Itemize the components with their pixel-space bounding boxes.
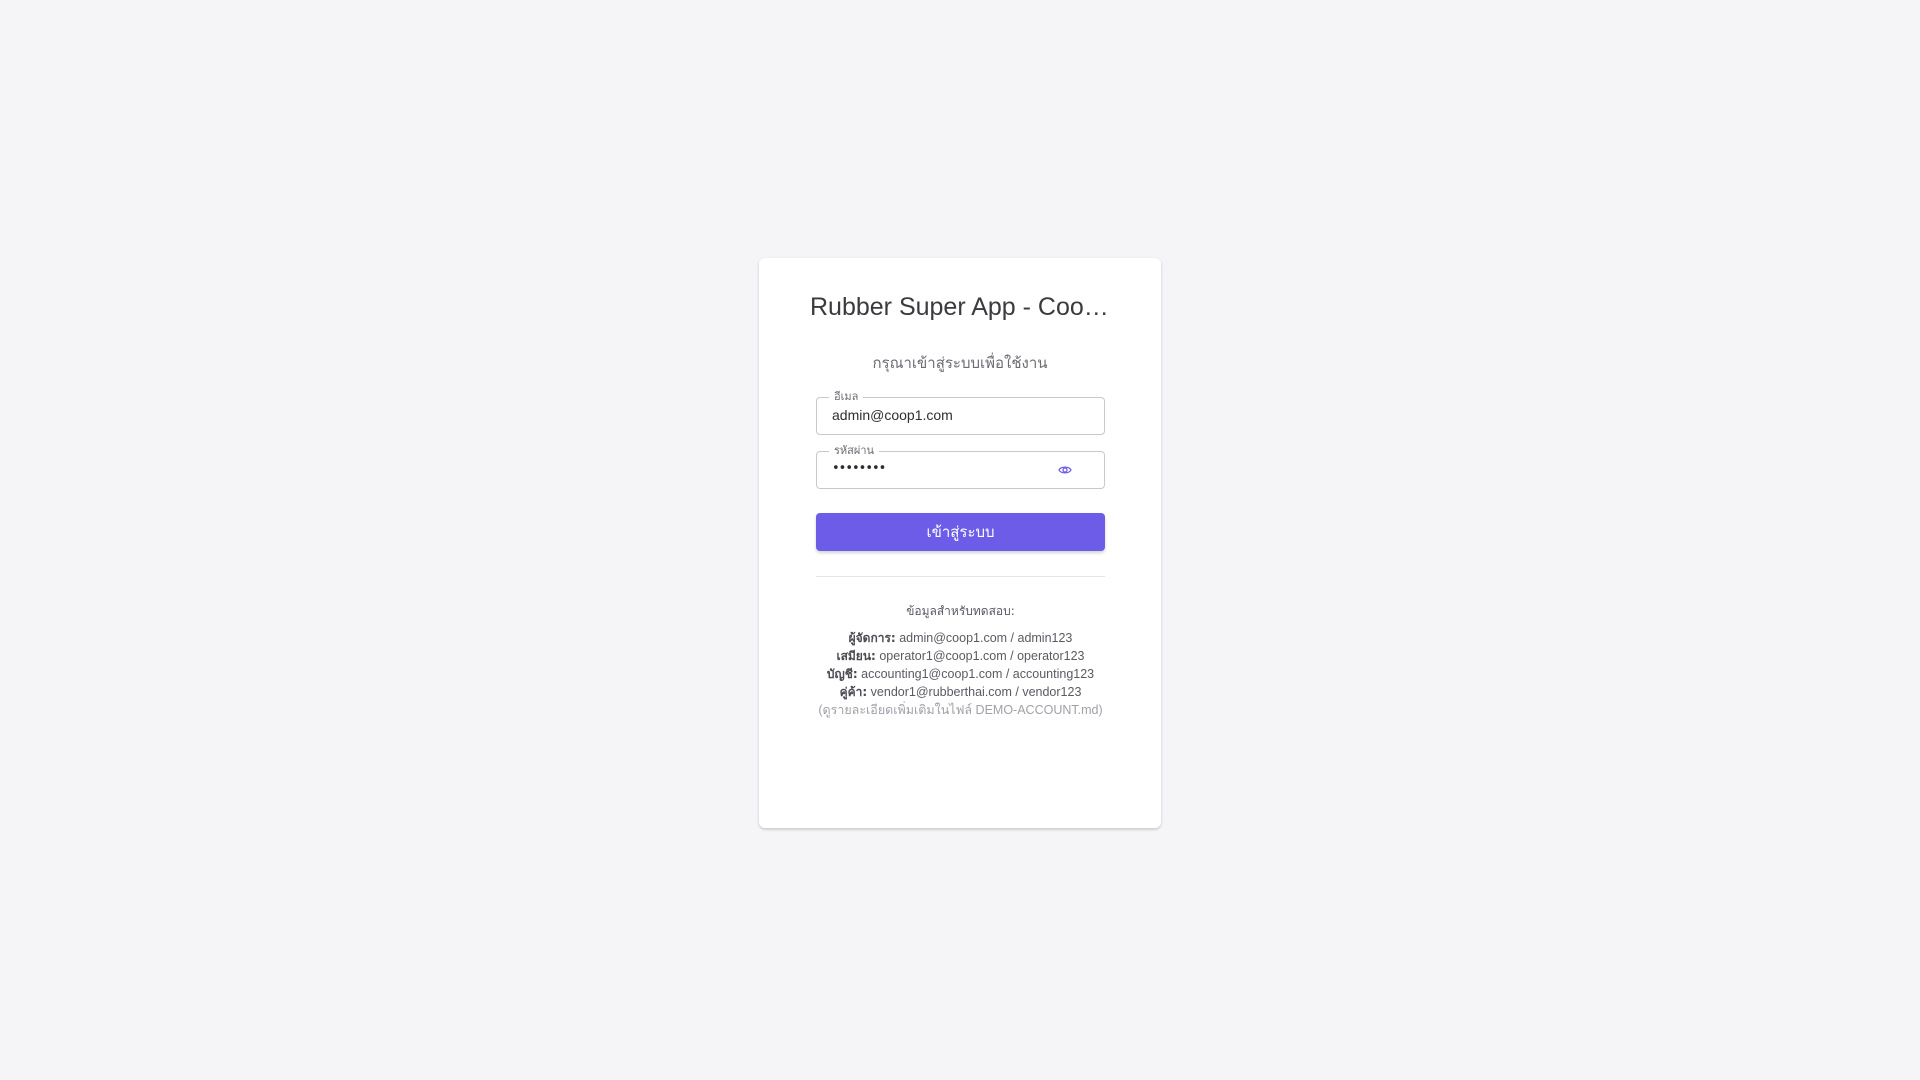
demo-credentials: accounting1@coop1.com / accounting123 <box>861 667 1095 681</box>
demo-account-row: บัญชี: accounting1@coop1.com / accountin… <box>816 665 1105 683</box>
login-card: Rubber Super App - Coop… กรุณาเข้าสู่ระบ… <box>759 258 1161 828</box>
demo-note: (ดูรายละเอียดเพิ่มเติมในไฟล์ DEMO-ACCOUN… <box>818 703 1103 717</box>
demo-heading: ข้อมูลสำหรับทดสอบ: <box>906 604 1015 618</box>
demo-role: คู่ค้า: <box>839 685 868 699</box>
password-label: รหัสผ่าน <box>829 443 880 459</box>
app-title-text: Rubber Super App - Coop… <box>810 293 1110 321</box>
password-field[interactable]: รหัสผ่าน •••••••• <box>816 443 1105 489</box>
email-label: อีเมล <box>829 389 864 405</box>
demo-role: บัญชี: <box>826 667 858 681</box>
demo-credentials: vendor1@rubberthai.com / vendor123 <box>870 685 1082 699</box>
demo-role: เสมียน: <box>836 649 876 663</box>
demo-credentials: admin@coop1.com / admin123 <box>899 631 1073 645</box>
eye-icon[interactable] <box>1058 464 1072 476</box>
email-value[interactable]: admin@coop1.com <box>832 407 953 423</box>
divider <box>816 576 1105 577</box>
demo-accounts: ข้อมูลสำหรับทดสอบ: ผู้จัดการ: admin@coop… <box>816 602 1105 719</box>
demo-account-row: คู่ค้า: vendor1@rubberthai.com / vendor1… <box>816 683 1105 701</box>
demo-credentials: operator1@coop1.com / operator123 <box>879 649 1085 663</box>
demo-role: ผู้จัดการ: <box>848 631 896 645</box>
demo-account-row: เสมียน: operator1@coop1.com / operator12… <box>816 647 1105 665</box>
password-value[interactable]: •••••••• <box>832 461 886 476</box>
email-field[interactable]: อีเมล admin@coop1.com <box>816 389 1105 435</box>
demo-account-row: ผู้จัดการ: admin@coop1.com / admin123 <box>816 629 1105 647</box>
login-button[interactable]: เข้าสู่ระบบ <box>816 513 1105 551</box>
login-subtitle: กรุณาเข้าสู่ระบบเพื่อใช้งาน <box>872 354 1048 372</box>
app-title: Rubber Super App - Coop… <box>759 293 1161 322</box>
